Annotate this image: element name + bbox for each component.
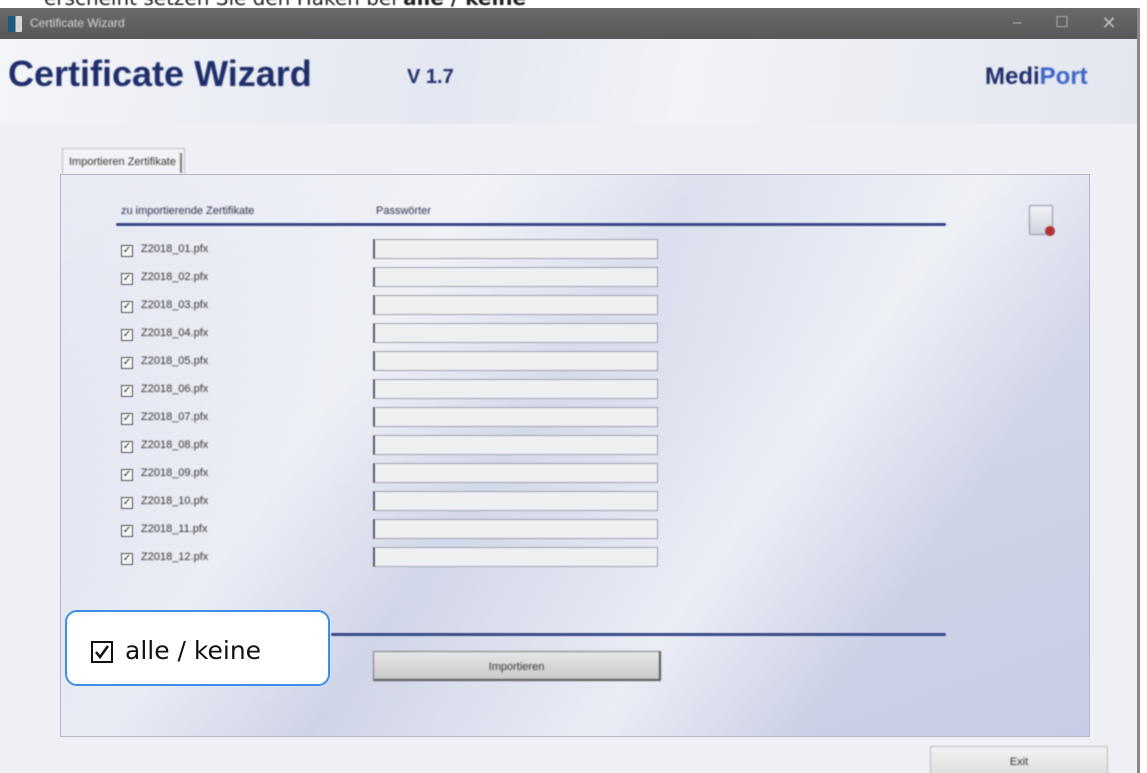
certificate-checkbox[interactable]: ✓ [121,553,133,565]
certificate-filename: Z2018_09.pfx [141,467,209,479]
table-row: ✓ Z2018_01.pfx [61,239,761,267]
certificate-filename: Z2018_02.pfx [141,271,209,283]
app-header: Certificate Wizard V 1.7 MediPort [0,39,1137,124]
certificate-checkbox[interactable]: ✓ [121,497,133,509]
certificate-checkbox[interactable]: ✓ [121,385,133,397]
certificate-filename: Z2018_07.pfx [141,411,209,423]
close-icon[interactable]: ✕ [1092,10,1126,36]
table-row: ✓ Z2018_05.pfx [61,351,761,379]
exit-button[interactable]: Exit [930,746,1108,773]
password-field[interactable] [373,407,658,427]
certificate-checkbox[interactable]: ✓ [121,525,133,537]
table-row: ✓ Z2018_12.pfx [61,547,761,575]
table-row: ✓ Z2018_04.pfx [61,323,761,351]
password-field[interactable] [373,239,658,259]
certificate-filename: Z2018_08.pfx [141,439,209,451]
certificate-filename: Z2018_06.pfx [141,383,209,395]
table-row: ✓ Z2018_07.pfx [61,407,761,435]
table-row: ✓ Z2018_03.pfx [61,295,761,323]
password-field[interactable] [373,323,658,343]
certificate-filename: Z2018_04.pfx [141,327,209,339]
certificate-checkbox[interactable]: ✓ [121,441,133,453]
divider [331,633,946,636]
select-all-checkbox[interactable] [91,641,113,663]
table-row: ✓ Z2018_02.pfx [61,267,761,295]
password-field[interactable] [373,379,658,399]
certificate-filename: Z2018_12.pfx [141,551,209,563]
select-all-callout: alle / keine [65,610,330,686]
select-all-label: alle / keine [125,636,262,665]
brand-logo: MediPort [985,63,1088,90]
divider [116,223,946,226]
minimize-icon[interactable]: – [1000,10,1034,36]
document-caption: erscheint setzen Sie den Haken bei alle … [44,0,526,10]
title-bar: Certificate Wizard – ☐ ✕ [0,8,1137,39]
page-title: Certificate Wizard [8,53,312,94]
certificate-icon [1029,205,1055,236]
checkmark-icon [94,645,110,660]
tab-import-certificates[interactable]: Importieren Zertifikate [62,148,185,175]
column-header-certificates: zu importierende Zertifikate [121,205,255,217]
certificate-filename: Z2018_03.pfx [141,299,209,311]
table-row: ✓ Z2018_06.pfx [61,379,761,407]
password-field[interactable] [373,295,658,315]
certificate-checkbox[interactable]: ✓ [121,357,133,369]
password-field[interactable] [373,351,658,371]
password-field[interactable] [373,519,658,539]
certificate-filename: Z2018_11.pfx [141,523,208,535]
certificate-checkbox[interactable]: ✓ [121,329,133,341]
maximize-icon[interactable]: ☐ [1045,10,1079,36]
column-header-passwords: Passwörter [376,205,432,217]
import-button[interactable]: Importieren [373,651,661,681]
table-row: ✓ Z2018_10.pfx [61,491,761,519]
certificate-filename: Z2018_05.pfx [141,355,209,367]
table-row: ✓ Z2018_11.pfx [61,519,761,547]
password-field[interactable] [373,463,658,483]
password-field[interactable] [373,491,658,511]
certificate-filename: Z2018_01.pfx [141,243,209,255]
app-icon [8,16,22,32]
certificate-checkbox[interactable]: ✓ [121,301,133,313]
certificate-checkbox[interactable]: ✓ [121,273,133,285]
certificate-checkbox[interactable]: ✓ [121,469,133,481]
window-title: Certificate Wizard [30,16,125,30]
version-label: V 1.7 [407,66,454,88]
certificate-filename: Z2018_10.pfx [141,495,209,507]
certificate-checkbox[interactable]: ✓ [121,245,133,257]
table-row: ✓ Z2018_08.pfx [61,435,761,463]
certificate-checkbox[interactable]: ✓ [121,413,133,425]
table-row: ✓ Z2018_09.pfx [61,463,761,491]
password-field[interactable] [373,435,658,455]
password-field[interactable] [373,547,658,567]
password-field[interactable] [373,267,658,287]
